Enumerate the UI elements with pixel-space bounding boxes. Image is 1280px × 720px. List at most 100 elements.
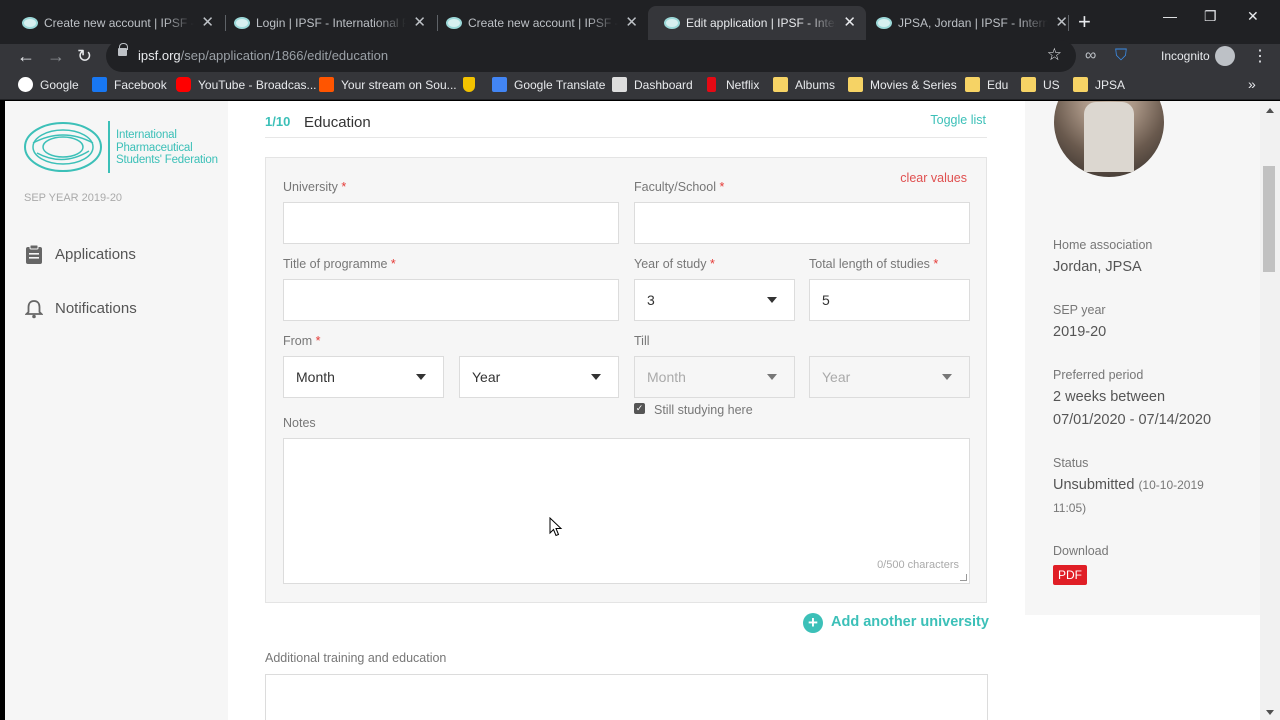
logo-text: International Pharmaceutical Students' F… [116, 129, 218, 166]
tab-title: Create new account | IPSF - Internationa… [44, 16, 194, 30]
page-scrollbar[interactable] [1260, 101, 1280, 720]
bookmark-google-translate[interactable]: Google Translate [492, 77, 605, 92]
still-studying-checkbox[interactable]: ✓ [634, 403, 645, 414]
browser-tab-active[interactable]: Edit application | IPSF - International … [648, 6, 866, 44]
bookmark-folder-movies[interactable]: Movies & Series [848, 77, 957, 92]
programme-input[interactable] [283, 279, 619, 321]
address-bar[interactable]: ipsf.org/sep/application/1866/edit/educa… [106, 40, 1076, 72]
folder-icon [1021, 77, 1036, 92]
sep-year-label: SEP YEAR 2019-20 [24, 192, 123, 204]
browser-tab[interactable]: JPSA, Jordan | IPSF - International Phar… [860, 8, 1078, 38]
toggle-list-link[interactable]: Toggle list [930, 113, 986, 127]
chevron-down-icon [767, 297, 777, 303]
add-another-university-button[interactable]: + Add another university [803, 613, 989, 633]
status-label: Status [1053, 456, 1089, 470]
close-window-icon[interactable]: ✕ [1247, 8, 1259, 25]
scroll-down-arrow-icon[interactable] [1266, 710, 1274, 715]
browser-tab-strip: Create new account | IPSF - Internationa… [0, 0, 1280, 44]
tab-title: Edit application | IPSF - International … [686, 16, 836, 30]
ipsf-logo[interactable] [23, 121, 107, 173]
folder-icon [773, 77, 788, 92]
faculty-input[interactable] [634, 202, 970, 244]
close-tab-icon[interactable]: ✕ [413, 8, 426, 38]
year-of-study-select[interactable]: 3 [634, 279, 795, 321]
section-title: Education [304, 114, 371, 131]
bookmark-folder-jpsa[interactable]: JPSA [1073, 77, 1125, 92]
sep-year-value: 2019-20 [1053, 324, 1107, 340]
till-year-select[interactable]: Year [809, 356, 970, 398]
bookmark-folder-us[interactable]: US [1021, 77, 1060, 92]
additional-training-textarea[interactable] [265, 674, 988, 720]
link-extension-icon[interactable]: ∞ [1085, 47, 1096, 65]
mouse-pointer-icon [549, 517, 563, 537]
step-indicator: 1/10 [265, 114, 291, 129]
close-tab-icon[interactable]: ✕ [1055, 8, 1068, 38]
from-year-select[interactable]: Year [459, 356, 619, 398]
chevron-down-icon [591, 374, 601, 380]
bookmark-facebook[interactable]: Facebook [92, 77, 167, 92]
preferred-period-value: 2 weeks between 07/01/2020 - 07/14/2020 [1053, 389, 1212, 428]
avatar [1054, 101, 1164, 177]
sidebar: International Pharmaceutical Students' F… [5, 101, 228, 720]
bookmark-star-icon[interactable]: ☆ [1047, 45, 1062, 65]
forward-arrow-icon[interactable]: → [47, 46, 65, 67]
incognito-icon[interactable] [1215, 46, 1235, 66]
sidebar-item-label: Applications [55, 246, 136, 263]
download-pdf-button[interactable]: PDF [1053, 565, 1087, 585]
browser-tab[interactable]: Create new account | IPSF - Internationa… [6, 8, 224, 38]
bookmark-folder-albums[interactable]: Albums [773, 77, 835, 92]
close-tab-icon[interactable]: ✕ [201, 8, 214, 38]
browser-tab[interactable]: Login | IPSF - International Pharmaceuti… [218, 8, 436, 38]
notes-textarea[interactable]: 0/500 characters [283, 438, 970, 584]
more-bookmarks-icon[interactable]: » [1248, 76, 1256, 92]
ipsf-favicon-icon [664, 17, 680, 29]
home-association-value: Jordan, JPSA [1053, 259, 1142, 275]
preferred-period-label: Preferred period [1053, 368, 1144, 382]
faculty-label: Faculty/School * [634, 180, 725, 194]
reload-icon[interactable]: ↻ [77, 46, 92, 67]
bookmark-folder-edu[interactable]: Edu [965, 77, 1008, 92]
translate-icon [492, 77, 507, 92]
main-content: 1/10 Education Toggle list clear values … [228, 101, 1025, 720]
additional-training-label: Additional training and education [265, 651, 447, 665]
resize-handle-icon[interactable] [960, 574, 967, 581]
bookmark-youtube[interactable]: YouTube - Broadcas... [176, 77, 317, 92]
ipsf-favicon-icon [446, 17, 462, 29]
browser-menu-icon[interactable]: ⋮ [1252, 46, 1268, 66]
till-month-select[interactable]: Month [634, 356, 795, 398]
browser-tab[interactable]: Create new account | IPSF - Internationa… [430, 8, 648, 38]
sidebar-item-applications[interactable]: Applications [25, 245, 136, 264]
soundcloud-icon [319, 77, 334, 92]
university-input[interactable] [283, 202, 619, 244]
close-tab-icon[interactable]: ✕ [625, 8, 638, 38]
close-tab-icon[interactable]: ✕ [843, 6, 856, 40]
new-tab-button[interactable]: + [1078, 10, 1091, 34]
scroll-up-arrow-icon[interactable] [1266, 108, 1274, 113]
from-month-select[interactable]: Month [283, 356, 444, 398]
incognito-label: Incognito [1161, 49, 1210, 63]
facebook-icon [92, 77, 107, 92]
web-page: International Pharmaceutical Students' F… [0, 101, 1280, 720]
minimize-window-icon[interactable]: — [1163, 8, 1177, 24]
year-of-study-label: Year of study * [634, 257, 715, 271]
folder-icon [965, 77, 980, 92]
back-arrow-icon[interactable]: ← [17, 46, 35, 67]
till-label: Till [634, 334, 650, 348]
still-studying-label[interactable]: Still studying here [654, 403, 753, 417]
header-divider [265, 137, 987, 138]
bookmark-dashboard[interactable]: Dashboard [612, 77, 693, 92]
bookmark-netflix[interactable]: Netflix [704, 77, 759, 92]
clear-values-link[interactable]: clear values [900, 171, 967, 185]
bell-icon [25, 300, 43, 319]
shield-extension-icon[interactable]: ⛉ [1115, 47, 1127, 65]
shield-extension-icon [463, 77, 475, 92]
bookmark-google[interactable]: Google [18, 77, 79, 92]
scroll-thumb[interactable] [1263, 166, 1275, 272]
sidebar-item-notifications[interactable]: Notifications [25, 300, 137, 319]
tab-title: Login | IPSF - International Pharmaceuti… [256, 16, 406, 30]
total-length-input[interactable]: 5 [809, 279, 970, 321]
sidebar-item-label: Notifications [55, 300, 137, 317]
bookmark-soundcloud[interactable]: Your stream on Sou... [319, 77, 457, 92]
notes-label: Notes [283, 416, 316, 430]
restore-window-icon[interactable]: ❐ [1204, 8, 1217, 25]
